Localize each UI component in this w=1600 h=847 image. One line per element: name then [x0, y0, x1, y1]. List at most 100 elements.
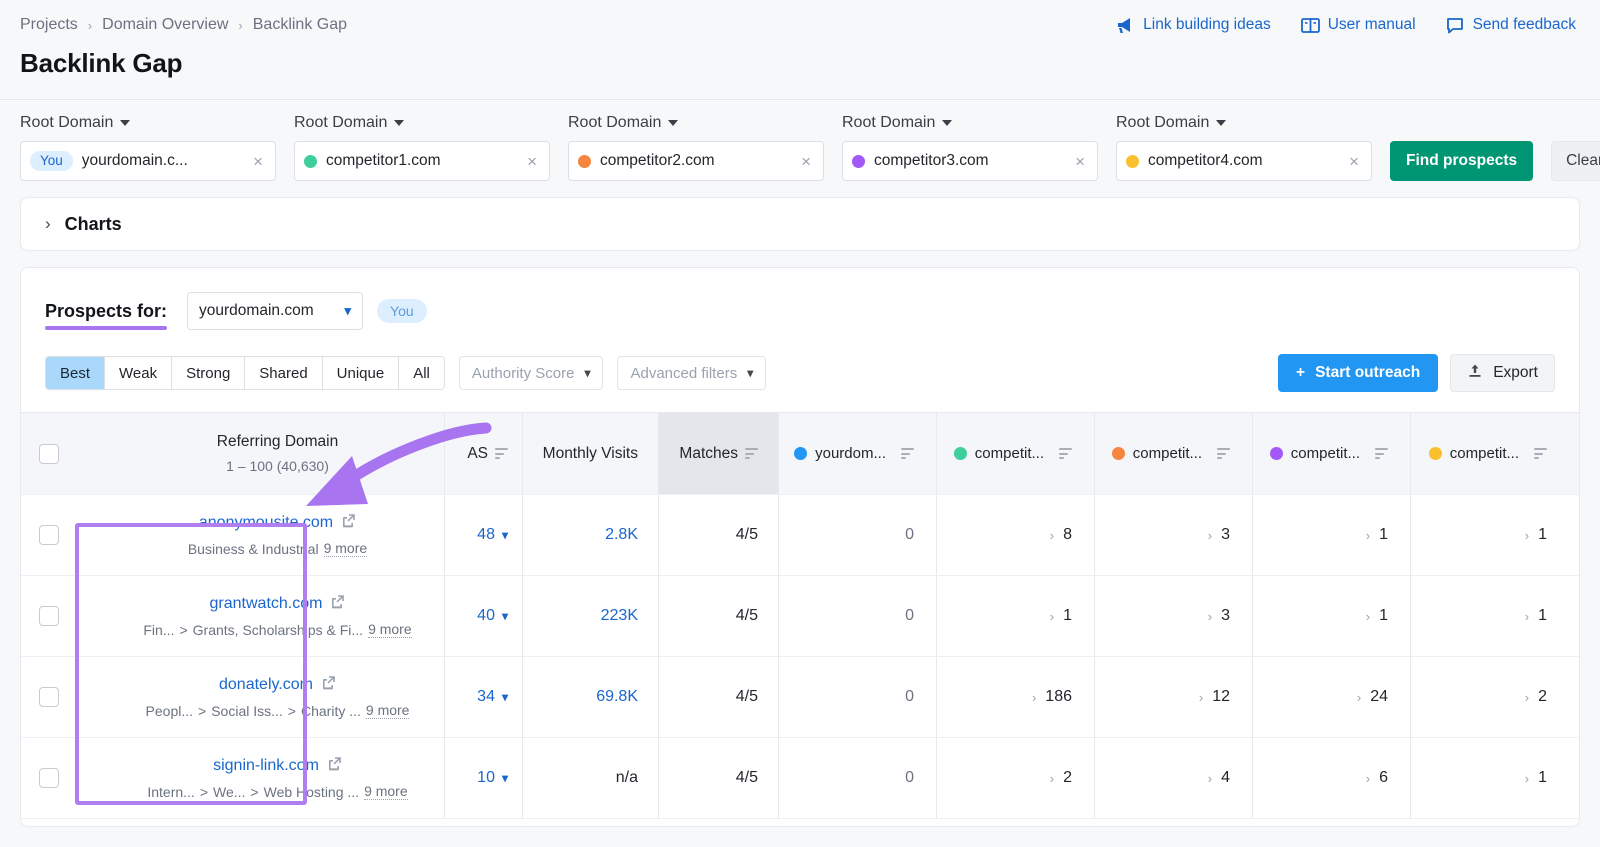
referring-domain-link[interactable]: donately.com	[219, 675, 336, 695]
page-title: Backlink Gap	[20, 48, 1576, 79]
clear-all-button[interactable]: Clear all	[1551, 141, 1600, 181]
competitor-4-cell[interactable]: ›1	[1411, 738, 1569, 818]
as-value[interactable]: 48 ▾	[477, 526, 508, 544]
column-header-competitor-4[interactable]: competit...	[1411, 413, 1569, 494]
root-domain-type-selector-4[interactable]: Root Domain	[1116, 114, 1372, 132]
competitor-4-cell[interactable]: ›2	[1411, 657, 1569, 737]
send-feedback-link[interactable]: Send feedback	[1446, 16, 1576, 34]
select-all-checkbox[interactable]	[39, 444, 59, 464]
as-value[interactable]: 10 ▾	[477, 769, 508, 787]
remove-domain-3-icon[interactable]: ×	[1073, 153, 1087, 170]
competitor-2-cell[interactable]: ›3	[1095, 576, 1253, 656]
column-header-competitor-2[interactable]: competit...	[1095, 413, 1253, 494]
competitor-2-cell[interactable]: ›12	[1095, 657, 1253, 737]
sort-icon[interactable]	[1217, 448, 1230, 459]
external-link-icon[interactable]	[327, 756, 342, 776]
root-domain-type-selector-3[interactable]: Root Domain	[842, 114, 1098, 132]
sort-icon[interactable]	[1375, 448, 1388, 459]
tab-strong[interactable]: Strong	[172, 357, 245, 389]
tab-weak[interactable]: Weak	[105, 357, 172, 389]
monthly-visits-value[interactable]: 2.8K	[605, 526, 638, 544]
table-row[interactable]: signin-link.com Intern... > We... > Web …	[21, 738, 1579, 819]
root-domain-type-selector-0[interactable]: Root Domain	[20, 114, 276, 132]
referring-domain-link[interactable]: anonymousite.com	[199, 513, 356, 533]
table-row[interactable]: grantwatch.com Fin... > Grants, Scholars…	[21, 576, 1579, 657]
competitor-1-cell[interactable]: ›1	[937, 576, 1095, 656]
domain-input-1[interactable]: competitor1.com ×	[294, 141, 550, 181]
sort-icon[interactable]	[1059, 448, 1072, 459]
tab-unique[interactable]: Unique	[323, 357, 400, 389]
remove-domain-0-icon[interactable]: ×	[251, 153, 265, 170]
competitor-2-cell[interactable]: ›3	[1095, 495, 1253, 575]
root-domain-type-selector-1[interactable]: Root Domain	[294, 114, 550, 132]
prospects-domain-select[interactable]: yourdomain.com ▾	[187, 292, 363, 330]
remove-domain-4-icon[interactable]: ×	[1347, 153, 1361, 170]
referring-domain-link[interactable]: grantwatch.com	[210, 594, 346, 614]
row-checkbox[interactable]	[39, 525, 59, 545]
as-value[interactable]: 40 ▾	[477, 607, 508, 625]
find-prospects-button[interactable]: Find prospects	[1390, 141, 1533, 181]
sort-icon[interactable]	[745, 448, 758, 459]
competitor-0-count: 0	[905, 607, 914, 625]
column-header-competitor-3[interactable]: competit...	[1253, 413, 1411, 494]
sort-icon[interactable]	[901, 448, 914, 459]
remove-domain-1-icon[interactable]: ×	[525, 153, 539, 170]
external-link-icon[interactable]	[341, 513, 356, 533]
column-header-competitor-0[interactable]: yourdom...	[779, 413, 937, 494]
external-link-icon[interactable]	[321, 675, 336, 695]
competitor-4-cell[interactable]: ›1	[1411, 495, 1569, 575]
charts-section-toggle[interactable]: › Charts	[20, 197, 1580, 251]
domain-input-2[interactable]: competitor2.com ×	[568, 141, 824, 181]
competitor-3-cell[interactable]: ›24	[1253, 657, 1411, 737]
tab-all[interactable]: All	[399, 357, 444, 389]
category-2: Web Hosting ...	[264, 784, 359, 800]
column-header-monthly-visits[interactable]: Monthly Visits	[523, 413, 659, 494]
sort-icon[interactable]	[1534, 448, 1547, 459]
start-outreach-button[interactable]: + Start outreach	[1278, 354, 1438, 392]
external-link-icon[interactable]	[330, 594, 345, 614]
export-button[interactable]: Export	[1450, 354, 1555, 392]
root-domain-type-selector-2[interactable]: Root Domain	[568, 114, 824, 132]
domain-input-0[interactable]: You yourdomain.c... ×	[20, 141, 276, 181]
competitor-1-cell[interactable]: ›186	[937, 657, 1095, 737]
remove-domain-2-icon[interactable]: ×	[799, 153, 813, 170]
monthly-visits-value[interactable]: 69.8K	[596, 688, 638, 706]
authority-score-filter[interactable]: Authority Score ▾	[459, 356, 604, 390]
column-header-as[interactable]: AS	[445, 413, 523, 494]
category-0: Fin...	[143, 622, 174, 638]
category-more-link[interactable]: 9 more	[324, 540, 368, 557]
domain-input-4[interactable]: competitor4.com ×	[1116, 141, 1372, 181]
tab-shared[interactable]: Shared	[245, 357, 322, 389]
row-checkbox[interactable]	[39, 687, 59, 707]
link-building-ideas-link[interactable]: Link building ideas	[1116, 16, 1271, 34]
advanced-filters-dropdown[interactable]: Advanced filters ▾	[617, 356, 766, 390]
category-more-link[interactable]: 9 more	[368, 621, 412, 638]
tab-best[interactable]: Best	[46, 357, 105, 389]
breadcrumb-item-domain-overview[interactable]: Domain Overview	[102, 16, 228, 34]
competitor-3-cell[interactable]: ›1	[1253, 576, 1411, 656]
column-header-matches[interactable]: Matches	[659, 413, 779, 494]
chevron-right-icon: ›	[1050, 771, 1054, 786]
competitor-1-cell[interactable]: ›2	[937, 738, 1095, 818]
domain-input-3[interactable]: competitor3.com ×	[842, 141, 1098, 181]
category-more-link[interactable]: 9 more	[364, 783, 408, 800]
column-header-competitor-1[interactable]: competit...	[937, 413, 1095, 494]
row-checkbox[interactable]	[39, 606, 59, 626]
breadcrumb-item-projects[interactable]: Projects	[20, 16, 78, 34]
sort-icon[interactable]	[495, 448, 508, 459]
competitor-4-cell[interactable]: ›1	[1411, 576, 1569, 656]
competitor-3-cell[interactable]: ›6	[1253, 738, 1411, 818]
category-more-link[interactable]: 9 more	[366, 702, 410, 719]
row-checkbox[interactable]	[39, 768, 59, 788]
competitor-3-cell[interactable]: ›1	[1253, 495, 1411, 575]
table-row[interactable]: anonymousite.com Business & Industrial 9…	[21, 495, 1579, 576]
competitor-2-cell[interactable]: ›4	[1095, 738, 1253, 818]
user-manual-link[interactable]: User manual	[1301, 16, 1416, 34]
table-row[interactable]: donately.com Peopl... > Social Iss... > …	[21, 657, 1579, 738]
column-header-referring-domain[interactable]: Referring Domain 1 – 100 (40,630)	[77, 413, 445, 494]
as-value[interactable]: 34 ▾	[477, 688, 508, 706]
monthly-visits-value[interactable]: 223K	[601, 607, 638, 625]
competitor-1-cell[interactable]: ›8	[937, 495, 1095, 575]
category-separator: >	[198, 703, 206, 719]
referring-domain-link[interactable]: signin-link.com	[213, 756, 342, 776]
